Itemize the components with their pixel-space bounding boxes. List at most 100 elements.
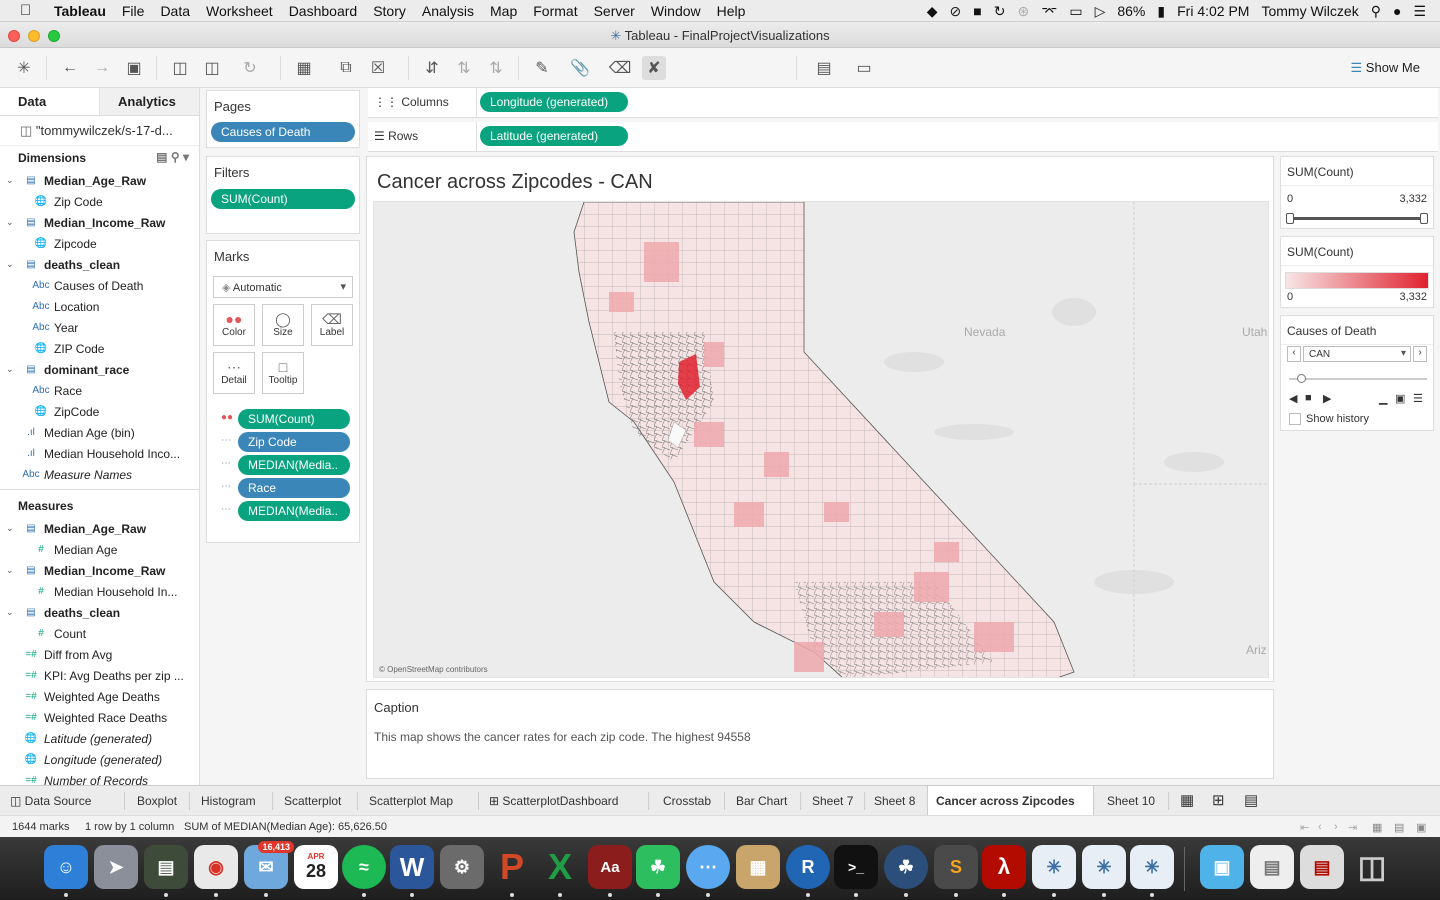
data-source-item[interactable]: ◫ "tommywilczek/s-17-d... [0, 116, 199, 146]
page-next-icon[interactable]: › [1413, 346, 1427, 362]
measure-field[interactable]: 🌐 Latitude (generated) [0, 728, 199, 749]
page-select[interactable]: CAN ▾ [1303, 346, 1411, 362]
caption-panel[interactable]: Caption This map shows the cancer rates … [366, 689, 1274, 779]
refresh-icon[interactable]: ↻ [238, 56, 262, 80]
menu-analysis[interactable]: Analysis [422, 3, 474, 19]
dimension-field[interactable]: 🌐 ZipCode [0, 401, 199, 422]
tab-scatterplot-dashboard[interactable]: ⊞ ScatterplotDashboard [489, 786, 618, 816]
system-preferences-icon[interactable]: ⚙ [440, 845, 484, 889]
dimension-field[interactable]: ⌄ ▤ dominant_race [0, 359, 199, 380]
r-icon[interactable]: R [786, 845, 830, 889]
menu-format[interactable]: Format [533, 3, 577, 19]
show-me-button[interactable]: ☰ Show Me [1351, 60, 1420, 76]
dimension-field[interactable]: ⌄ ▤ deaths_clean [0, 254, 199, 275]
menu-file[interactable]: File [122, 3, 145, 19]
dimension-field[interactable]: 🌐 Zipcode [0, 233, 199, 254]
tab-bar-chart[interactable]: Bar Chart [736, 786, 787, 816]
tableau-home-icon[interactable]: ✳ [12, 56, 36, 80]
acrobat-icon[interactable]: λ [982, 845, 1026, 889]
dimension-field[interactable]: Abc Location [0, 296, 199, 317]
battery-percent[interactable]: 86% [1117, 3, 1145, 19]
menu-data[interactable]: Data [160, 3, 190, 19]
spotlight-icon[interactable]: ⚲ [1371, 3, 1381, 20]
expand-caret-icon[interactable]: ⌄ [6, 523, 18, 534]
sourcetree-icon[interactable]: ☘ [884, 845, 928, 889]
finder-icon[interactable]: ☺ [44, 845, 88, 889]
document-stack-icon[interactable]: ▤ [1250, 845, 1294, 889]
marks-pill-zip-code[interactable]: Zip Code [238, 432, 350, 452]
expand-caret-icon[interactable]: ⌄ [6, 607, 18, 618]
messages-icon[interactable]: ⋯ [686, 845, 730, 889]
presentation-mode-icon[interactable]: ▭ [852, 56, 876, 80]
siri-icon[interactable]: ● [1393, 3, 1401, 19]
dimension-field[interactable]: .ıl Median Household Inco... [0, 443, 199, 464]
speed-fast-icon[interactable]: ☰ [1413, 392, 1423, 405]
sort-descending-icon[interactable]: ⇅ [484, 56, 508, 80]
dimension-field[interactable]: ⌄ ▤ Median_Age_Raw [0, 170, 199, 191]
map-view[interactable]: Nevada Utah Ariz © OpenStreetMap contrib… [373, 201, 1269, 678]
marks-pill-median-1[interactable]: MEDIAN(Media.. [238, 455, 350, 475]
menu-worksheet[interactable]: Worksheet [206, 3, 273, 19]
measure-field[interactable]: # Median Household In... [0, 581, 199, 602]
dimension-field[interactable]: Abc Causes of Death [0, 275, 199, 296]
tooltip-button[interactable]: □ Tooltip [262, 352, 304, 394]
measure-field[interactable]: # Count [0, 623, 199, 644]
tab-cancer-across-zipcodes[interactable]: Cancer across Zipcodes [927, 786, 1094, 816]
dimension-field[interactable]: 🌐 ZIP Code [0, 338, 199, 359]
show-history-checkbox[interactable] [1289, 413, 1301, 425]
filmstrip-icon[interactable]: ▤ [1394, 821, 1404, 834]
playback-forward-icon[interactable]: ▶ [1323, 392, 1331, 405]
volume-icon[interactable]: ▷ [1095, 3, 1106, 20]
measure-field[interactable]: =# Weighted Age Deaths [0, 686, 199, 707]
color-button[interactable]: ●● Color [213, 304, 255, 346]
swap-rows-columns-icon[interactable]: ⇵ [420, 56, 444, 80]
tableau-app-icon[interactable]: ✳ [1082, 845, 1126, 889]
menu-server[interactable]: Server [594, 3, 635, 19]
group-members-icon[interactable]: 📎 [568, 56, 592, 80]
dimension-field[interactable]: .ıl Median Age (bin) [0, 422, 199, 443]
pages-pill[interactable]: Causes of Death [211, 122, 355, 142]
marks-pill-median-2[interactable]: MEDIAN(Media.. [238, 501, 350, 521]
tabs-view-icon[interactable]: ▣ [1416, 821, 1426, 834]
menu-help[interactable]: Help [717, 3, 746, 19]
tab-analytics[interactable]: Analytics [99, 88, 199, 115]
last-page-icon[interactable]: ⇥ [1348, 821, 1357, 834]
bluetooth-icon[interactable]: ⊛ [1017, 3, 1029, 20]
speed-medium-icon[interactable]: ▣ [1395, 392, 1405, 405]
filter-slider-min-handle[interactable] [1286, 213, 1294, 224]
duplicate-sheet-icon[interactable]: ⧉ [334, 56, 358, 80]
rows-shelf[interactable]: ☰ Rows Latitude (generated) [368, 122, 1438, 152]
filter-slider-max-handle[interactable] [1420, 213, 1428, 224]
notification-center-icon[interactable]: ☰ [1413, 3, 1426, 20]
airplay-icon[interactable]: ▭ [1069, 3, 1082, 20]
measure-field[interactable]: =# Diff from Avg [0, 644, 199, 665]
new-story-tab-icon[interactable]: ▤ [1244, 786, 1258, 816]
playback-stop-icon[interactable]: ■ [1305, 392, 1312, 404]
dimension-field[interactable]: Abc Race [0, 380, 199, 401]
sublime-text-icon[interactable]: S [934, 845, 978, 889]
time-machine-icon[interactable]: ↻ [994, 3, 1006, 20]
tab-sheet-8[interactable]: Sheet 8 [874, 786, 915, 816]
expand-caret-icon[interactable]: ⌄ [6, 364, 18, 375]
no-entry-icon[interactable]: ⊘ [950, 3, 962, 20]
activity-monitor-icon[interactable]: ▤ [144, 845, 188, 889]
sort-ascending-icon[interactable]: ⇅ [452, 56, 476, 80]
dictionary-icon[interactable]: Aa [588, 845, 632, 889]
highlight-icon[interactable]: ✎ [530, 56, 554, 80]
new-worksheet-icon[interactable]: ▦ [292, 56, 316, 80]
new-data-source-icon[interactable]: ◫ [168, 56, 192, 80]
next-page-icon[interactable]: › [1334, 821, 1338, 833]
page-slider-handle[interactable] [1297, 374, 1306, 383]
mark-type-dropdown[interactable]: ◈ Automatic ▾ [213, 276, 353, 298]
new-worksheet-tab-icon[interactable]: ▦ [1180, 786, 1194, 816]
rows-pill[interactable]: Latitude (generated) [480, 126, 628, 146]
tab-data[interactable]: Data [0, 88, 99, 115]
measure-field[interactable]: =# Weighted Race Deaths [0, 707, 199, 728]
map-canvas[interactable]: Nevada Utah Ariz © OpenStreetMap contrib… [374, 202, 1269, 678]
columns-shelf[interactable]: ⋮⋮ Columns Longitude (generated) [368, 88, 1438, 118]
word-icon[interactable]: W [390, 845, 434, 889]
expand-caret-icon[interactable]: ⌄ [6, 565, 18, 576]
calendar-icon[interactable]: APR 28 [294, 845, 338, 889]
redo-icon[interactable]: → [90, 56, 114, 80]
tab-scatterplot[interactable]: Scatterplot [284, 786, 341, 816]
